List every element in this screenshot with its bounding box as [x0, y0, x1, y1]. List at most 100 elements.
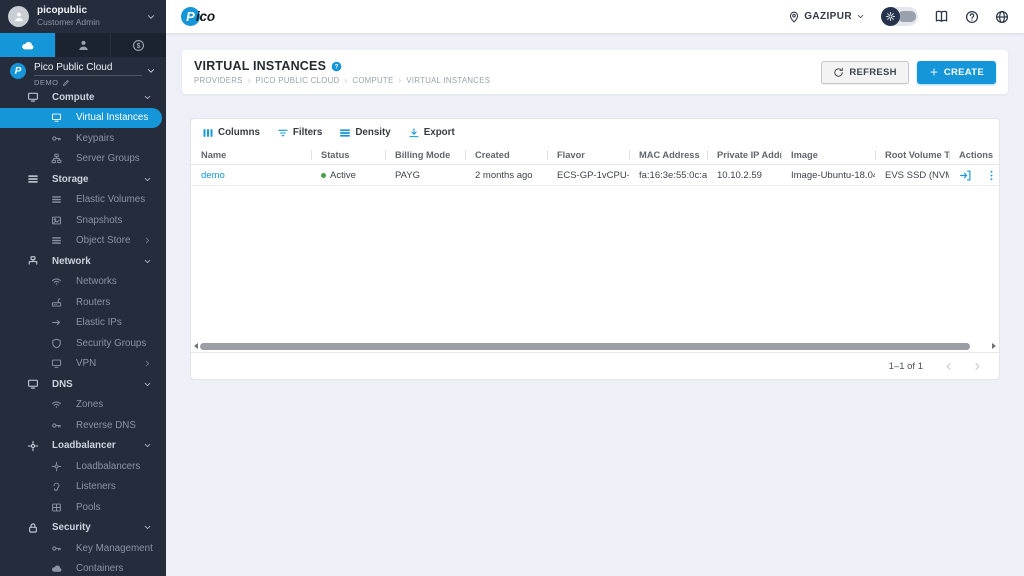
sidebar-item-listeners[interactable]: Listeners — [0, 477, 166, 498]
table-empty-space — [191, 186, 999, 340]
breadcrumb-separator: › — [248, 76, 251, 85]
breadcrumb-item-providers[interactable]: PROVIDERS — [194, 76, 243, 85]
sidebar-section-storage[interactable]: Storage — [0, 169, 166, 190]
svg-text:?: ? — [335, 63, 339, 70]
sidebar-label: Security Groups — [76, 338, 146, 349]
key-icon — [50, 543, 63, 554]
hub-icon — [26, 255, 39, 267]
breadcrumb-item-pico-public-cloud[interactable]: PICO PUBLIC CLOUD — [256, 76, 340, 85]
sidebar-item-object-store[interactable]: Object Store — [0, 231, 166, 252]
sidebar-label: Zones — [76, 399, 103, 410]
app-logo[interactable]: P ico — [181, 7, 215, 26]
toolbar-label: Export — [424, 127, 455, 138]
scroll-right-arrow[interactable] — [992, 343, 996, 349]
instance-name-link[interactable]: demo — [191, 170, 311, 181]
column-header-billing-mode[interactable]: Billing Mode — [385, 146, 465, 164]
toolbar-columns-button[interactable]: Columns — [202, 127, 260, 139]
next-page-icon[interactable] — [972, 361, 983, 372]
sidebar-item-vpn[interactable]: VPN — [0, 354, 166, 375]
column-header-name[interactable]: Name — [191, 146, 311, 164]
create-button[interactable]: CREATE — [917, 61, 996, 84]
info-help-icon[interactable]: ? — [331, 61, 342, 72]
lock-icon — [26, 522, 39, 534]
sidebar-item-routers[interactable]: Routers — [0, 292, 166, 313]
column-header-status[interactable]: Status — [311, 146, 385, 164]
help-icon[interactable] — [965, 10, 979, 24]
sidebar-item-server-groups[interactable]: Server Groups — [0, 149, 166, 170]
sidebar-label: DNS — [52, 379, 73, 390]
sidebar-label: Compute — [52, 92, 94, 103]
cloud-icon — [21, 39, 34, 52]
sidebar-label: Listeners — [76, 481, 116, 492]
sidebar-item-security-groups[interactable]: Security Groups — [0, 333, 166, 354]
breadcrumb-item-compute[interactable]: COMPUTE — [352, 76, 393, 85]
listener-icon — [50, 481, 63, 492]
billing-icon: $ — [132, 39, 145, 52]
provider-selector[interactable]: P Pico Public Cloud DEMO — [0, 57, 166, 85]
sidebar-section-network[interactable]: Network — [0, 251, 166, 272]
key-icon — [50, 420, 63, 431]
sidebar-label: Reverse DNS — [76, 420, 136, 431]
breadcrumb-item-virtual-instances[interactable]: VIRTUAL INSTANCES — [406, 76, 490, 85]
sidebar-item-loadbalancers[interactable]: Loadbalancers — [0, 456, 166, 477]
scroll-thumb[interactable] — [200, 343, 970, 350]
sidebar-item-pools[interactable]: Pools — [0, 497, 166, 518]
table-toolbar: Columns Filters Density Export — [191, 119, 999, 146]
sidebar-label: Network — [52, 256, 91, 267]
docs-book-icon[interactable] — [934, 9, 949, 24]
toolbar-density-button[interactable]: Density — [339, 127, 390, 139]
sidebar-item-elastic-ips[interactable]: Elastic IPs — [0, 313, 166, 334]
sidebar-item-reverse-dns[interactable]: Reverse DNS — [0, 415, 166, 436]
monitor-icon — [50, 112, 63, 123]
sidebar-section-security[interactable]: Security — [0, 518, 166, 539]
sidebar-tab-cloud[interactable] — [0, 33, 56, 57]
sidebar-section-loadbalancer[interactable]: Loadbalancer — [0, 436, 166, 457]
sidebar-item-virtual-instances[interactable]: Virtual Instances — [0, 108, 162, 129]
provider-logo: P — [10, 63, 26, 79]
column-header-actions[interactable]: Actions — [949, 146, 999, 164]
sidebar-label: Virtual Instances — [76, 112, 148, 123]
sidebar-label: Object Store — [76, 235, 130, 246]
scroll-track[interactable] — [200, 343, 990, 350]
toolbar-filters-button[interactable]: Filters — [277, 127, 322, 139]
region-selector[interactable]: GAZIPUR — [788, 11, 865, 23]
sidebar-item-elastic-volumes[interactable]: Elastic Volumes — [0, 190, 166, 211]
column-header-root-volume-type[interactable]: Root Volume Type — [875, 146, 949, 164]
more-vertical-icon[interactable] — [985, 169, 998, 182]
chevron-right-icon — [143, 359, 152, 368]
sidebar-section-compute[interactable]: Compute — [0, 87, 166, 108]
location-pin-icon — [788, 11, 800, 23]
user-role: Customer Admin — [37, 17, 100, 27]
prev-page-icon[interactable] — [943, 361, 954, 372]
column-header-created[interactable]: Created — [465, 146, 547, 164]
user-menu[interactable]: picopublic Customer Admin — [0, 0, 166, 33]
sidebar-tab-billing[interactable]: $ — [111, 33, 166, 57]
sidebar-tab-person[interactable] — [56, 33, 112, 57]
toolbar-export-button[interactable]: Export — [408, 127, 455, 139]
page-title: VIRTUAL INSTANCES — [194, 59, 326, 73]
language-globe-icon[interactable] — [995, 10, 1009, 24]
chevron-right-icon — [143, 236, 152, 245]
sidebar-item-zones[interactable]: Zones — [0, 395, 166, 416]
sidebar-item-containers[interactable]: Containers — [0, 559, 166, 576]
sidebar-item-keypairs[interactable]: Keypairs — [0, 128, 166, 149]
login-icon[interactable] — [959, 169, 972, 182]
sidebar-label: Loadbalancer — [52, 440, 116, 451]
sidebar-item-networks[interactable]: Networks — [0, 272, 166, 293]
column-header-mac-address[interactable]: MAC Address — [629, 146, 707, 164]
refresh-button[interactable]: REFRESH — [821, 61, 909, 84]
sidebar-item-key-management[interactable]: Key Management — [0, 538, 166, 559]
column-header-flavor[interactable]: Flavor — [547, 146, 629, 164]
cell-billing-mode: PAYG — [385, 170, 465, 181]
column-header-image[interactable]: Image — [781, 146, 875, 164]
sidebar-section-dns[interactable]: DNS — [0, 374, 166, 395]
sidebar: picopublic Customer Admin $ P Pico Publi… — [0, 0, 166, 576]
column-header-private-ip-address[interactable]: Private IP Address — [707, 146, 781, 164]
horizontal-scrollbar — [191, 340, 999, 352]
refresh-button-label: REFRESH — [849, 67, 897, 78]
chevron-down-icon — [146, 12, 156, 22]
sidebar-item-snapshots[interactable]: Snapshots — [0, 210, 166, 231]
theme-toggle[interactable] — [881, 7, 918, 26]
logo-text: ico — [196, 9, 215, 24]
scroll-left-arrow[interactable] — [194, 343, 198, 349]
